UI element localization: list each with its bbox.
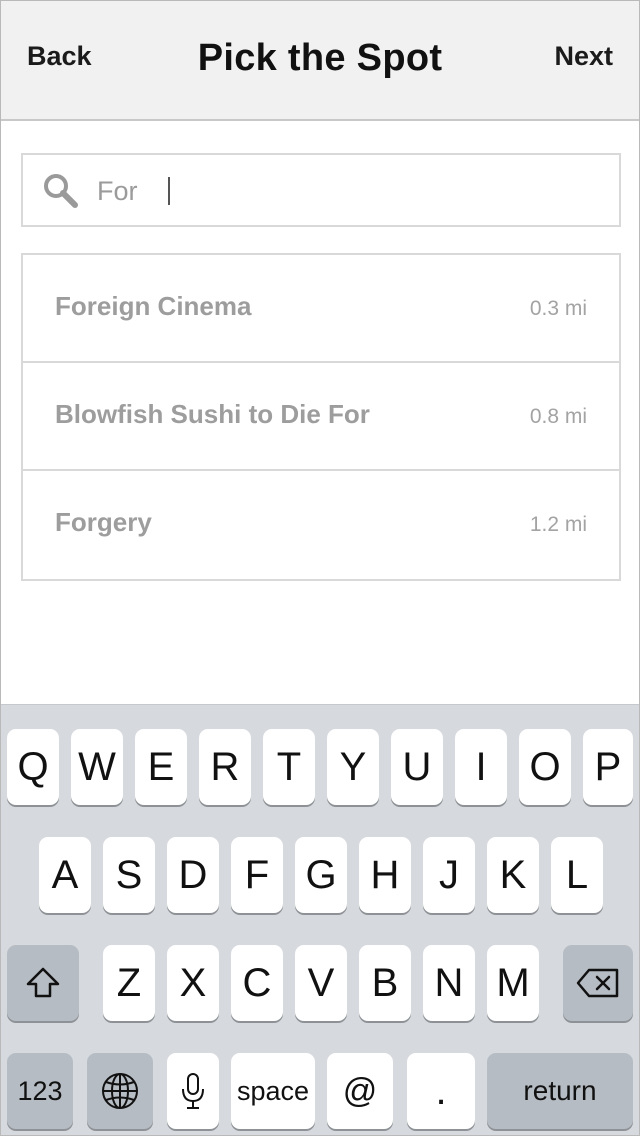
key-c[interactable]: C	[231, 945, 283, 1021]
key-w[interactable]: W	[71, 729, 123, 805]
key-h[interactable]: H	[359, 837, 411, 913]
shift-icon	[25, 966, 61, 1000]
key-g[interactable]: G	[295, 837, 347, 913]
search-field[interactable]	[21, 153, 621, 227]
result-row-blowfish-sushi[interactable]: Blowfish Sushi to Die For 0.8 mi	[23, 363, 619, 471]
key-a[interactable]: A	[39, 837, 91, 913]
result-distance: 0.8 mi	[529, 405, 587, 428]
key-k[interactable]: K	[487, 837, 539, 913]
key-p[interactable]: P	[583, 729, 633, 805]
result-row-foreign-cinema[interactable]: Foreign Cinema 0.3 mi	[23, 255, 619, 363]
result-name: Forgery	[55, 507, 152, 537]
delete-key[interactable]	[563, 945, 633, 1021]
globe-key[interactable]	[87, 1053, 153, 1129]
key-d[interactable]: D	[167, 837, 219, 913]
key-i[interactable]: I	[455, 729, 507, 805]
result-row-forgery[interactable]: Forgery 1.2 mi	[23, 471, 619, 581]
key-q[interactable]: Q	[7, 729, 59, 805]
key-u[interactable]: U	[391, 729, 443, 805]
search-icon	[41, 171, 81, 211]
app-screen: Back Pick the Spot Next Foreign Cinema 0…	[0, 0, 640, 1136]
result-distance: 0.3 mi	[529, 297, 587, 320]
key-s[interactable]: S	[103, 837, 155, 913]
next-button[interactable]: Next	[554, 41, 613, 72]
search-input[interactable]	[95, 169, 599, 213]
space-key[interactable]: space	[231, 1053, 315, 1129]
delete-icon	[575, 967, 621, 999]
key-r[interactable]: R	[199, 729, 251, 805]
text-caret	[168, 177, 170, 205]
key-b[interactable]: B	[359, 945, 411, 1021]
page-title: Pick the Spot	[197, 37, 443, 79]
keyboard: Q W E R T Y U I O P A S D F G H J K L Z …	[1, 704, 639, 1135]
numbers-key[interactable]: 123	[7, 1053, 73, 1129]
at-key[interactable]: @	[327, 1053, 393, 1129]
result-name: Blowfish Sushi to Die For	[55, 399, 370, 429]
key-j[interactable]: J	[423, 837, 475, 913]
key-t[interactable]: T	[263, 729, 315, 805]
return-key[interactable]: return	[487, 1053, 633, 1129]
key-n[interactable]: N	[423, 945, 475, 1021]
results-list: Foreign Cinema 0.3 mi Blowfish Sushi to …	[21, 253, 621, 581]
key-y[interactable]: Y	[327, 729, 379, 805]
shift-key[interactable]	[7, 945, 79, 1021]
key-l[interactable]: L	[551, 837, 603, 913]
key-x[interactable]: X	[167, 945, 219, 1021]
key-e[interactable]: E	[135, 729, 187, 805]
navigation-bar: Back Pick the Spot Next	[1, 1, 639, 121]
period-key[interactable]: .	[407, 1053, 475, 1129]
key-o[interactable]: O	[519, 729, 571, 805]
microphone-key[interactable]	[167, 1053, 219, 1129]
key-m[interactable]: M	[487, 945, 539, 1021]
key-z[interactable]: Z	[103, 945, 155, 1021]
result-distance: 1.2 mi	[529, 513, 587, 536]
result-name: Foreign Cinema	[55, 291, 252, 321]
microphone-icon	[180, 1071, 206, 1111]
key-v[interactable]: V	[295, 945, 347, 1021]
globe-icon	[100, 1071, 140, 1111]
key-f[interactable]: F	[231, 837, 283, 913]
